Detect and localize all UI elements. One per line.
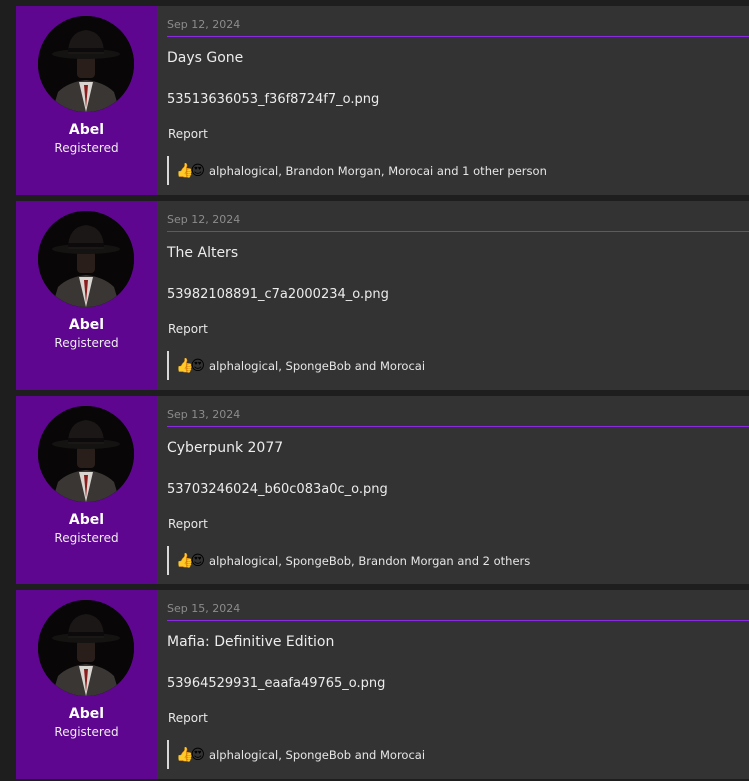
fedora-man-avatar-icon [38, 16, 134, 112]
post-content: Sep 13, 2024 Cyberpunk 2077 53703246024_… [157, 396, 749, 584]
report-link[interactable]: Report [168, 517, 208, 531]
post-title: Cyberpunk 2077 [167, 440, 284, 456]
post-divider [167, 36, 749, 37]
attachment-filename[interactable]: 53964529931_eaafa49765_o.png [167, 676, 385, 691]
reactions-bar[interactable]: 👍 😍 alphalogical, SpongeBob and Morocai [167, 351, 425, 380]
username[interactable]: Abel [16, 706, 157, 722]
post: Abel Registered Sep 12, 2024 The Alters … [16, 201, 749, 390]
post-date[interactable]: Sep 13, 2024 [167, 408, 240, 421]
user-title: Registered [54, 141, 119, 155]
avatar[interactable] [38, 600, 134, 696]
post-divider [167, 231, 749, 232]
post-content: Sep 12, 2024 Days Gone 53513636053_f36f8… [157, 6, 749, 195]
user-info-cell: Abel Registered [16, 201, 157, 390]
reaction-icons: 👍 😍 [176, 164, 205, 178]
reaction-icons: 👍 😍 [176, 748, 205, 762]
report-link[interactable]: Report [168, 127, 208, 141]
report-link[interactable]: Report [168, 322, 208, 336]
post: Abel Registered Sep 13, 2024 Cyberpunk 2… [16, 396, 749, 584]
heart-eyes-icon: 😍 [190, 552, 206, 569]
user-title: Registered [54, 336, 119, 350]
user-info-cell: Abel Registered [16, 590, 157, 779]
attachment-filename[interactable]: 53513636053_f36f8724f7_o.png [167, 92, 379, 107]
post-content: Sep 15, 2024 Mafia: Definitive Edition 5… [157, 590, 749, 779]
fedora-man-avatar-icon [38, 211, 134, 307]
reaction-icons: 👍 😍 [176, 359, 205, 373]
fedora-man-avatar-icon [38, 406, 134, 502]
post-date[interactable]: Sep 12, 2024 [167, 18, 240, 31]
reactors-list[interactable]: alphalogical, Brandon Morgan, Morocai an… [209, 164, 547, 178]
reactions-bar[interactable]: 👍 😍 alphalogical, SpongeBob and Morocai [167, 740, 425, 769]
reactors-list[interactable]: alphalogical, SpongeBob, Brandon Morgan … [209, 554, 530, 568]
post: Abel Registered Sep 12, 2024 Days Gone 5… [16, 6, 749, 195]
heart-eyes-icon: 😍 [190, 162, 206, 179]
post-content: Sep 12, 2024 The Alters 53982108891_c7a2… [157, 201, 749, 390]
post-divider [167, 426, 749, 427]
user-info-cell: Abel Registered [16, 6, 157, 195]
post-title: Days Gone [167, 50, 244, 66]
post-divider [167, 620, 749, 621]
post-date[interactable]: Sep 12, 2024 [167, 213, 240, 226]
reaction-icons: 👍 😍 [176, 554, 205, 568]
username[interactable]: Abel [16, 317, 157, 333]
reactions-bar[interactable]: 👍 😍 alphalogical, SpongeBob, Brandon Mor… [167, 546, 530, 575]
avatar[interactable] [38, 211, 134, 307]
post-title: The Alters [167, 245, 239, 261]
heart-eyes-icon: 😍 [190, 746, 206, 763]
reactions-bar[interactable]: 👍 😍 alphalogical, Brandon Morgan, Moroca… [167, 156, 547, 185]
report-link[interactable]: Report [168, 711, 208, 725]
post: Abel Registered Sep 15, 2024 Mafia: Defi… [16, 590, 749, 779]
post-title: Mafia: Definitive Edition [167, 634, 335, 650]
attachment-filename[interactable]: 53982108891_c7a2000234_o.png [167, 287, 389, 302]
username[interactable]: Abel [16, 122, 157, 138]
avatar[interactable] [38, 406, 134, 502]
reactors-list[interactable]: alphalogical, SpongeBob and Morocai [209, 359, 425, 373]
post-date[interactable]: Sep 15, 2024 [167, 602, 240, 615]
avatar[interactable] [38, 16, 134, 112]
reactors-list[interactable]: alphalogical, SpongeBob and Morocai [209, 748, 425, 762]
attachment-filename[interactable]: 53703246024_b60c083a0c_o.png [167, 482, 388, 497]
username[interactable]: Abel [16, 512, 157, 528]
user-title: Registered [54, 725, 119, 739]
user-title: Registered [54, 531, 119, 545]
heart-eyes-icon: 😍 [190, 357, 206, 374]
thread-post-list: Abel Registered Sep 12, 2024 Days Gone 5… [0, 0, 749, 781]
fedora-man-avatar-icon [38, 600, 134, 696]
user-info-cell: Abel Registered [16, 396, 157, 584]
